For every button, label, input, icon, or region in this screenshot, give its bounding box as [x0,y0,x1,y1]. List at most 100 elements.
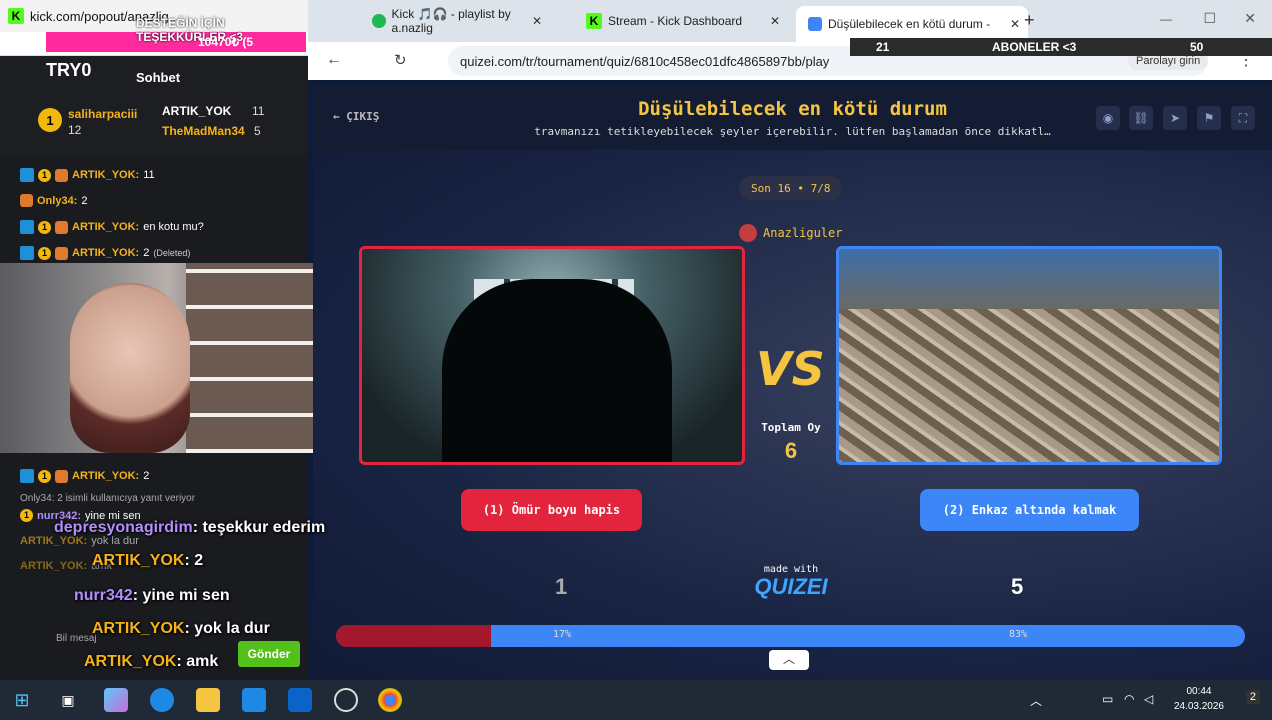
edge-icon[interactable] [150,688,174,712]
kick-chat-header: TRY0 Sohbet 1 saliharpaciii 12 ARTIK_YOK… [0,56,308,154]
fullscreen-icon[interactable]: ⛶ [1231,106,1255,130]
overlay-username: depresyonagirdim [54,519,193,536]
chat-username[interactable]: Only34: [37,195,77,207]
chat-text: 2 [143,247,150,259]
option2-button[interactable]: (2) Enkaz altında kalmak [920,489,1139,531]
flag-icon[interactable]: ⚑ [1197,106,1221,130]
overlay-message: ARTIK_YOK: 2 [92,552,203,570]
chat-text: en kotu mu? [143,221,204,233]
cat-icon [55,168,68,182]
volume-icon[interactable]: ◁ [1144,692,1153,706]
chrome-icon[interactable] [378,688,402,712]
chat-input-placeholder[interactable]: Bil mesaj [56,633,97,644]
chat-message: 1 ARTIK_YOK: 2 (Deleted) [20,246,190,260]
maximize-icon[interactable]: ☐ [1203,10,1216,27]
close-tab-icon[interactable]: ✕ [1010,17,1020,31]
rank-badge: 1 [38,108,62,132]
quizei-logo[interactable]: QUIZEI [749,574,833,600]
notification-badge[interactable]: 2 [1245,690,1260,704]
wifi-icon[interactable]: ◠ [1124,692,1134,706]
overlay-text: : teşekkur ederim [192,519,326,536]
minimize-icon[interactable]: — [1160,12,1172,26]
option2-image[interactable] [836,246,1222,465]
option1-image[interactable] [359,246,745,465]
send-icon[interactable]: ➤ [1163,106,1187,130]
sub-count-right: 50 [1190,40,1204,54]
option1-percent: 17% [553,629,572,640]
chat-username[interactable]: ARTIK_YOK: [20,560,87,572]
copilot-icon[interactable] [104,688,128,712]
webcam-feed [0,263,336,453]
badge-icon [20,246,34,260]
subscriber-overlay: 21 ABONELER <3 50 [850,38,1272,56]
tab-label: Stream - Kick Dashboard [608,14,743,28]
chat-text: 11 [143,169,155,181]
overlay-message: ARTIK_YOK: yok la dur [92,620,270,638]
quiz-author[interactable]: Anazliguler [739,224,842,242]
chat-message: Only34: 2 [20,194,87,207]
chat-title: Sohbet [136,70,181,85]
leaderboard-name: ARTIK_YOK [162,104,232,118]
prisoner-silhouette [442,279,672,462]
chat-username[interactable]: ARTIK_YOK: [72,221,139,233]
sub-count-left: 21 [876,40,890,54]
reply-context: Only34: 2 isimli kullanıcıya yanıt veriy… [20,493,196,504]
vote-bar: 17% 83% [336,625,1245,647]
obs-icon[interactable] [334,688,358,712]
overlay-message: ARTIK_YOK: amk [84,653,218,671]
reload-icon[interactable]: ↻ [394,51,407,69]
system-clock[interactable]: 00:44 24.03.2026 [1174,684,1224,714]
vs-logo: VS [756,342,825,396]
chat-username[interactable]: ARTIK_YOK: [72,470,139,482]
chat-text: 2 [81,194,88,207]
file-explorer-icon[interactable] [196,688,220,712]
eye-icon[interactable]: ◉ [1096,106,1120,130]
rubble [839,309,1219,462]
send-button[interactable]: Gönder [238,641,300,667]
sub-title: ABONELER <3 [992,40,1077,54]
chat-username[interactable]: ARTIK_YOK: [72,169,139,181]
badge-icon: 1 [38,469,51,483]
scroll-up-button[interactable]: ︿ [769,650,809,670]
cat-icon [55,469,68,483]
chat-text: 2 [143,470,150,482]
tab-quiz[interactable]: Düşülebilecek en kötü durum - ✕ [796,6,1028,42]
kick-logo-icon: K [586,13,602,29]
windows-start-icon[interactable]: ⊞ [10,688,34,712]
back-icon[interactable]: ← [326,51,342,69]
clock-date: 24.03.2026 [1173,701,1224,712]
outlook-icon[interactable] [288,688,312,712]
option1-votes: 1 [555,574,568,599]
battery-icon[interactable]: ▭ [1102,692,1113,706]
option1-button[interactable]: (1) Ömür boyu hapis [461,489,642,531]
leaderboard-count: 12 [68,123,82,137]
spotify-icon [372,14,386,28]
webcam-person [70,283,190,453]
leaderboard-count: 5 [254,124,261,138]
close-tab-icon[interactable]: ✕ [532,14,542,28]
badge-icon [20,469,34,483]
chat-message: 1 ARTIK_YOK: 11 [20,168,155,182]
leaderboard-name: saliharpaciii [68,107,138,121]
tab-dashboard[interactable]: K Stream - Kick Dashboard ✕ [574,8,788,34]
close-tab-icon[interactable]: ✕ [770,14,780,28]
deleted-note: (Deleted) [153,248,191,258]
task-view-icon[interactable]: ▣ [56,688,80,712]
browser-tabstrip: Kick 🎵🎧 - playlist by a.nazlig ✕ K Stream … [308,0,1272,42]
close-window-icon[interactable]: ✕ [1244,10,1256,27]
store-icon[interactable] [242,688,266,712]
overlay-message: depresyonagirdim: teşekkur ederim [54,519,325,537]
clock-time: 00:44 [1186,686,1212,697]
tray-arrow-icon[interactable]: ︿ [1030,692,1042,709]
chat-username[interactable]: ARTIK_YOK: [72,247,139,259]
badge-icon [20,168,34,182]
url-text: quizei.com/tr/tournament/quiz/6810c458ec… [460,53,830,69]
tab-playlist[interactable]: Kick 🎵🎧 - playlist by a.nazlig ✕ [360,7,550,35]
leaderboard-count: 11 [252,104,265,118]
windows-taskbar: ⊞ ▣ ︿ ▭ ◠ ◁ 00:44 24.03.2026 2 [0,680,1272,720]
link-icon[interactable]: ⛓ [1129,106,1153,130]
sub-goal-overlay: DESTEĞİN İÇİN TEŞEKKÜRLER <3 10470₺ (5 [46,16,306,52]
overlay-text: : amk [176,653,219,670]
badge-icon: 1 [20,509,33,522]
new-tab-icon[interactable]: + [1024,10,1035,31]
